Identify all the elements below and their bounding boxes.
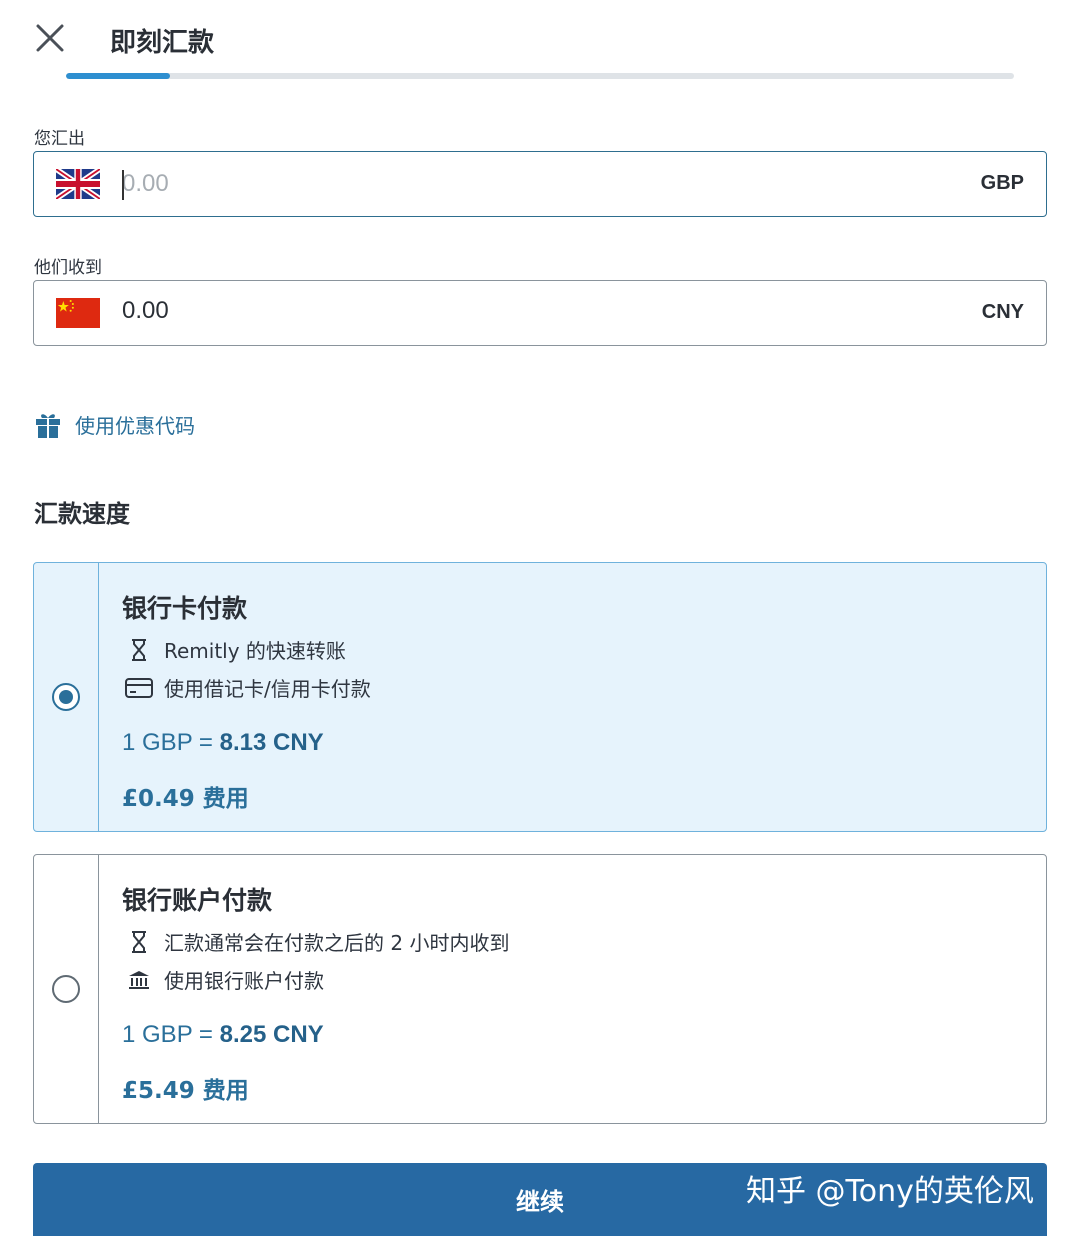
radio-column <box>34 563 99 831</box>
option-speed-text: 汇款通常会在付款之后的 2 小时内收到 <box>164 931 510 955</box>
progress-fill <box>66 73 171 79</box>
option-speed-line: 汇款通常会在付款之后的 2 小时内收到 <box>124 927 509 956</box>
receive-amount-value: 0.00 <box>122 297 169 324</box>
promo-code-link[interactable]: 使用优惠代码 <box>35 410 195 439</box>
send-currency: GBP <box>980 172 1024 194</box>
uk-flag-icon <box>56 169 100 199</box>
option-title: 银行卡付款 <box>122 594 248 623</box>
hourglass-icon <box>132 930 146 953</box>
receive-amount-label: 他们收到 <box>34 258 102 278</box>
fee-text: £5.49 费用 <box>122 1078 249 1104</box>
section-title-speed: 汇款速度 <box>34 500 130 528</box>
exchange-rate: 1 GBP = 8.25 CNY <box>122 1021 324 1049</box>
promo-code-label: 使用优惠代码 <box>75 414 195 438</box>
rate-prefix: 1 GBP = <box>122 729 220 756</box>
payment-option-card[interactable]: 银行卡付款 Remitly 的快速转账 使用借记卡/信用卡付款 1 GBP = … <box>33 562 1047 832</box>
option-method-text: 使用银行账户付款 <box>164 969 324 993</box>
watermark-text: 知乎 @Tony的英伦风 <box>746 1174 1034 1209</box>
receive-amount-field[interactable]: 0.00 CNY <box>33 280 1047 346</box>
option-title: 银行账户付款 <box>122 886 273 915</box>
close-button[interactable] <box>30 18 70 58</box>
option-method-line: 使用借记卡/信用卡付款 <box>124 673 371 702</box>
radio-dot <box>59 690 73 704</box>
exchange-rate: 1 GBP = 8.13 CNY <box>122 729 324 757</box>
text-caret <box>122 170 124 200</box>
hourglass-icon <box>132 638 146 661</box>
credit-card-icon <box>125 677 153 698</box>
option-method-line: 使用银行账户付款 <box>124 965 324 994</box>
rate-prefix: 1 GBP = <box>122 1021 220 1048</box>
progress-bar <box>66 73 1014 79</box>
option-speed-text: Remitly 的快速转账 <box>164 639 346 663</box>
close-icon <box>36 24 64 52</box>
rate-value: 8.13 CNY <box>219 729 324 756</box>
page-title: 即刻汇款 <box>110 28 215 58</box>
send-amount-label: 您汇出 <box>34 129 85 149</box>
rate-value: 8.25 CNY <box>219 1021 324 1048</box>
gift-icon <box>36 413 60 438</box>
radio-unselected[interactable] <box>52 975 80 1003</box>
china-flag-icon <box>56 298 100 328</box>
send-amount-field[interactable]: GBP <box>33 151 1047 217</box>
receive-currency: CNY <box>981 301 1024 323</box>
fee-text: £0.49 费用 <box>122 786 249 812</box>
option-method-text: 使用借记卡/信用卡付款 <box>164 677 371 701</box>
radio-selected[interactable] <box>52 683 80 711</box>
radio-column <box>34 855 99 1123</box>
option-speed-line: Remitly 的快速转账 <box>124 635 346 664</box>
send-amount-input[interactable] <box>122 166 882 202</box>
bank-icon <box>129 970 149 989</box>
payment-option-bank[interactable]: 银行账户付款 汇款通常会在付款之后的 2 小时内收到 使用银行账户付款 1 GB… <box>33 854 1047 1124</box>
